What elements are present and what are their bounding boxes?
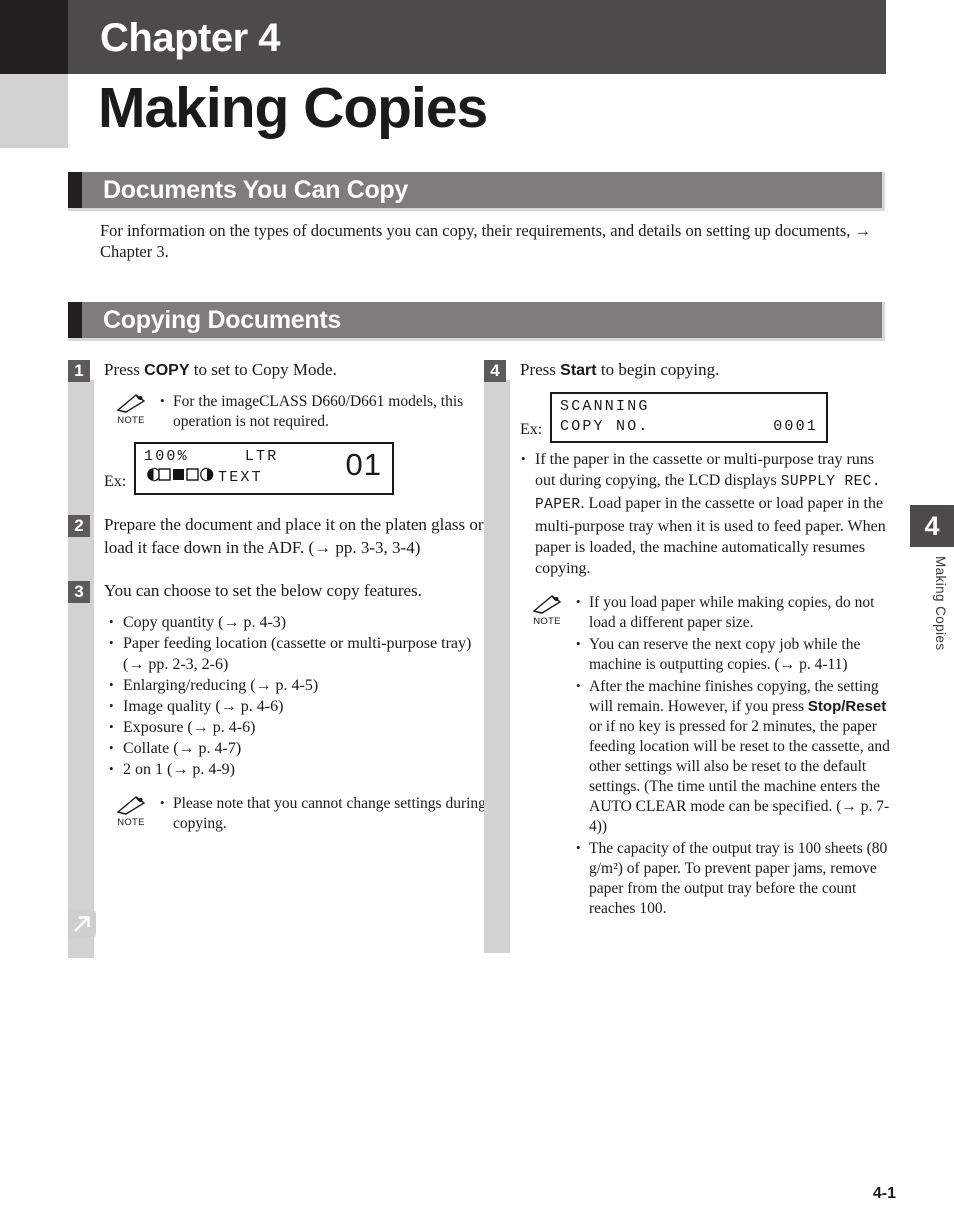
feature-item: Exposure (→ p. 4-6) [108,716,488,738]
note-icon-label: NOTE [117,415,145,426]
exposure-indicator-icon [144,467,218,489]
note-item: You can reserve the next copy job while … [576,634,896,675]
lcd-copy-no-label: COPY NO. [560,418,650,435]
section-heading-text: Documents You Can Copy [103,176,409,204]
note-list-step-1: For the imageCLASS D660/D661 models, thi… [160,391,488,432]
step-1-key-copy: COPY [144,362,190,379]
right-column-rail [484,380,510,953]
right-column: 4 Press Start to begin copying. Ex: SCAN… [484,358,896,953]
step-2: 2 Prepare the document and place it on t… [68,513,488,559]
side-tab-chapter-number: 4 [924,511,940,541]
lcd-screen-copy-standby: 100% LTR TEXT 01 [134,442,394,495]
note-text-part2: or if no key is pressed for 2 minutes, t… [589,718,890,835]
arrow-up-right-icon [68,910,96,938]
step-4-bullet-list: If the paper in the cassette or multi-pu… [520,448,896,579]
section-heading-text: Copying Documents [103,306,341,334]
feature-item: Copy quantity (→ p. 4-3) [108,611,488,633]
note-icon-label: NOTE [117,817,145,828]
note-block-step-1: NOTE For the imageCLASS D660/D661 models… [104,391,488,432]
page-number: 4-1 [872,1185,896,1202]
section-tick-marker [68,302,82,338]
step-4-text: Press Start to begin copying. [520,358,896,382]
step-1-text: Press COPY to set to Copy Mode. [104,358,488,382]
lcd-ex-label: Ex: [104,473,127,490]
lcd-line-2: COPY NO. 0001 [560,417,818,437]
section-header-copying-documents: Copying Documents [68,302,885,341]
note-icon-label: NOTE [533,616,561,627]
note-item: Please note that you cannot change setti… [160,793,488,834]
note-item: The capacity of the output tray is 100 s… [576,838,896,919]
step-3: 3 You can choose to set the below copy f… [68,579,488,603]
note-item: If you load paper while making copies, d… [576,592,896,633]
bullet-paper-supply: If the paper in the cassette or multi-pu… [520,448,896,579]
step-4-text-after: to begin copying. [596,360,720,379]
lcd-copy-number: 0001 [773,418,818,435]
lcd-example-step-1: Ex: 100% LTR TEXT 01 [104,442,488,495]
note-item: For the imageCLASS D660/D661 models, thi… [160,391,488,432]
note-item: After the machine finishes copying, the … [576,676,896,837]
chapter-gray-block [0,74,68,148]
section-header-documents-you-can-copy: Documents You Can Copy [68,172,885,211]
side-tab-chapter-box: 4 [910,505,954,547]
step-4-key-start: Start [560,362,597,379]
intro-paragraph: For information on the types of document… [100,221,872,261]
note-block-step-3: NOTE Please note that you cannot change … [104,793,488,834]
step-badge-3: 3 [68,581,90,603]
lcd-mode-text: TEXT [218,469,263,486]
step-4-text-before: Press [520,360,561,379]
left-column: 1 Press COPY to set to Copy Mode. NOTE F… [68,358,488,958]
step-1: 1 Press COPY to set to Copy Mode. [68,358,488,382]
step-1-text-before: Press [104,360,145,379]
pencil-note-icon: NOTE [108,392,154,426]
pencil-note-icon: NOTE [108,794,154,828]
note-block-step-4: NOTE If you load paper while making copi… [520,592,896,919]
key-stop-reset: Stop/Reset [807,698,887,715]
note-list-step-3: Please note that you cannot change setti… [160,793,488,834]
lcd-ex-label: Ex: [520,421,543,438]
chapter-label: Chapter 4 [100,16,281,60]
bullet-text-part2: . Load paper in the cassette or load pap… [535,495,886,577]
lcd-example-step-4: Ex: SCANNING COPY NO. 0001 [520,392,896,443]
feature-item: Paper feeding location (cassette or mult… [108,632,488,675]
page-title: Making Copies [98,76,488,140]
section-tick-marker [68,172,82,208]
feature-item: Enlarging/reducing (→ p. 4-5) [108,674,488,696]
step-2-text: Prepare the document and place it on the… [104,515,484,557]
left-column-rail [68,380,94,958]
step-1-text-after: to set to Copy Mode. [189,360,337,379]
step-badge-1: 1 [68,360,90,382]
lcd-copy-count: 01 [345,447,382,482]
chapter-black-block [0,0,68,74]
note-list-step-4: If you load paper while making copies, d… [576,592,896,919]
feature-item: Collate (→ p. 4-7) [108,737,488,759]
step-4: 4 Press Start to begin copying. [484,358,896,382]
side-tab-chapter-label: Making Copies [933,556,948,651]
lcd-line-1: SCANNING [560,398,650,415]
feature-item: Image quality (→ p. 4-6) [108,695,488,717]
lcd-screen-scanning: SCANNING COPY NO. 0001 [550,392,828,443]
step-3-text: You can choose to set the below copy fea… [104,581,422,600]
step-badge-4: 4 [484,360,506,382]
feature-item: 2 on 1 (→ p. 4-9) [108,758,488,780]
copy-features-list: Copy quantity (→ p. 4-3) Paper feeding l… [108,611,488,780]
pencil-note-icon: NOTE [524,593,570,627]
step-badge-2: 2 [68,515,90,537]
